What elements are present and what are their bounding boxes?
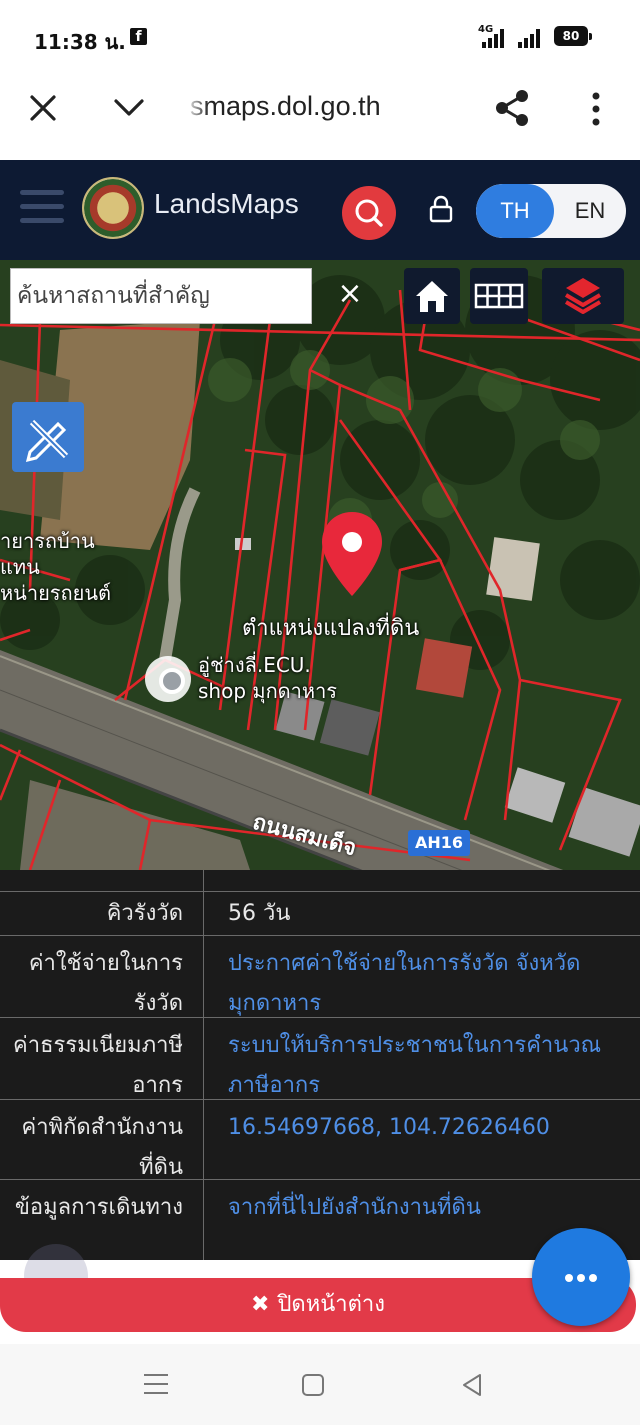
url-text[interactable]: smaps.dol.go.th	[190, 91, 381, 122]
chevron-down-icon[interactable]	[112, 95, 146, 121]
recent-apps-icon[interactable]	[144, 1374, 168, 1396]
parcel-info-panel: เบอร์ติดต่อ 0-4261-1542 คิวรังวัด 56 วัน…	[0, 870, 640, 1260]
department-seal-logo	[82, 177, 144, 239]
info-value-link[interactable]: 0-4261-1542	[204, 870, 640, 878]
close-tab-icon[interactable]	[28, 93, 58, 123]
fab-dot	[589, 1274, 597, 1282]
info-value-link[interactable]: ระบบให้บริการประชาชนในการคำนวณภาษีอากร	[204, 1018, 640, 1106]
facebook-notification-icon: f	[130, 28, 147, 45]
grid-icon	[474, 283, 524, 309]
shop-label-line1: อู่ช่างลี่.ECU.	[198, 653, 311, 677]
draw-tool-button[interactable]	[12, 402, 84, 472]
highway-badge: AH16	[408, 830, 470, 856]
close-x-icon: ✖	[251, 1292, 270, 1317]
grid-button[interactable]	[470, 268, 528, 324]
info-value-link[interactable]: 16.54697668, 104.72626460	[204, 1100, 640, 1148]
parcel-location-pin-icon[interactable]	[320, 510, 384, 600]
info-key: ค่าพิกัดสำนักงานที่ดิน	[0, 1100, 204, 1180]
info-row-phone: เบอร์ติดต่อ 0-4261-1542	[0, 870, 640, 892]
parcel-location-label: ตำแหน่งแปลงที่ดิน	[242, 616, 420, 641]
info-value-link[interactable]: ประกาศค่าใช้จ่ายในการรังวัด จังหวัดมุกดา…	[204, 936, 640, 1024]
left-label-line1: ายารถบ้าน	[0, 529, 95, 553]
info-row-office-coordinates: ค่าพิกัดสำนักงานที่ดิน 16.54697668, 104.…	[0, 1100, 640, 1180]
left-label-line2: แทน	[0, 555, 40, 579]
back-icon[interactable]	[460, 1372, 484, 1398]
info-row-tax-fee: ค่าธรรมเนียมภาษีอากร ระบบให้บริการประชาช…	[0, 1018, 640, 1100]
more-actions-fab[interactable]	[532, 1228, 630, 1326]
signal-strength-icon-2	[518, 28, 540, 48]
info-value-link[interactable]: จากที่นี่ไปยังสำนักงานที่ดิน	[204, 1180, 640, 1228]
search-icon	[355, 199, 383, 227]
brand-name: LandsMaps	[154, 188, 299, 219]
pencil-ruler-icon	[25, 419, 69, 463]
info-key: เบอร์ติดต่อ	[0, 870, 204, 891]
left-label-line3: หน่ายรถยนต์	[0, 581, 112, 605]
shop-poi-label: อู่ช่างลี่.ECU. shop มุกดาหาร	[198, 652, 337, 704]
place-search-input[interactable]	[11, 269, 311, 323]
info-key: ข้อมูลการเดินทาง	[0, 1180, 204, 1260]
info-row-survey-queue: คิวรังวัด 56 วัน	[0, 892, 640, 936]
system-nav-bar	[0, 1344, 640, 1425]
app-header: LandsMaps TH EN	[0, 160, 640, 260]
info-key: คิวรังวัด	[0, 892, 204, 935]
place-search-field[interactable]	[10, 268, 312, 324]
url-fade	[185, 85, 209, 130]
layers-button[interactable]	[542, 268, 624, 324]
battery-icon: 80	[554, 26, 592, 46]
fab-dot	[577, 1274, 585, 1282]
close-window-label: ปิดหน้าต่าง	[277, 1292, 385, 1317]
status-time: 11:38 น.	[34, 30, 126, 54]
signal-strength-icon	[482, 28, 504, 48]
browser-toolbar: smaps.dol.go.th	[0, 75, 640, 160]
clear-search-button[interactable]: ×	[330, 274, 370, 314]
language-th-option[interactable]: TH	[476, 184, 554, 238]
info-value: 56 วัน	[228, 901, 291, 926]
more-options-icon[interactable]	[588, 91, 604, 127]
home-icon	[416, 281, 448, 312]
home-nav-icon[interactable]	[302, 1374, 324, 1396]
shop-poi-icon[interactable]	[145, 656, 191, 702]
lock-icon[interactable]	[428, 194, 454, 224]
left-poi-label: ายารถบ้าน แทน หน่ายรถยนต์	[0, 528, 111, 606]
fab-dot	[565, 1274, 573, 1282]
home-button[interactable]	[404, 268, 460, 324]
map-view[interactable]: × ตำแหน่งแปลงที่ดิน อู่ช่าง	[0, 260, 640, 870]
shop-label-line2: shop มุกดาหาร	[198, 679, 338, 703]
info-row-survey-cost: ค่าใช้จ่ายในการรังวัด ประกาศค่าใช้จ่ายใน…	[0, 936, 640, 1018]
info-key: ค่าใช้จ่ายในการรังวัด	[0, 936, 204, 1017]
search-button[interactable]	[342, 186, 396, 240]
layers-icon	[564, 278, 602, 314]
status-bar: 11:38 น. f 4G 80	[0, 0, 640, 75]
menu-icon[interactable]	[20, 190, 64, 226]
share-icon[interactable]	[494, 89, 530, 127]
info-key: ค่าธรรมเนียมภาษีอากร	[0, 1018, 204, 1099]
language-toggle[interactable]: TH EN	[476, 184, 626, 238]
language-en-option[interactable]: EN	[554, 184, 626, 238]
